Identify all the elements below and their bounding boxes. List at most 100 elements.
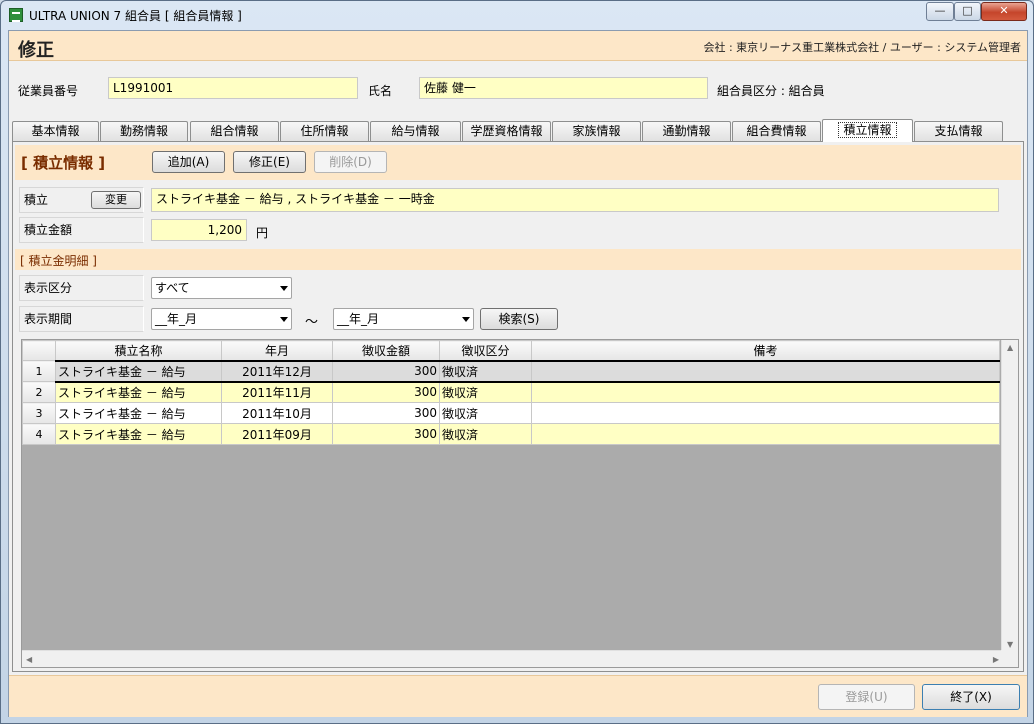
- minimize-button[interactable]: —: [926, 2, 954, 21]
- cell-note[interactable]: [531, 359, 1000, 383]
- tab-strip: 基本情報 勤務情報 組合情報 住所情報 給与情報 学歴資格情報 家族情報 通勤情…: [12, 119, 1027, 142]
- chevron-down-icon: [462, 317, 470, 322]
- scroll-up-icon[interactable]: ▲: [1007, 343, 1013, 352]
- cell-status[interactable]: 徴収済: [439, 381, 532, 403]
- tab-family[interactable]: 家族情報: [552, 121, 641, 141]
- tab-payment[interactable]: 支払情報: [914, 121, 1003, 141]
- employee-id-label: 従業員番号: [18, 84, 79, 98]
- column-header[interactable]: 徴収区分: [439, 340, 532, 361]
- cell-note[interactable]: [531, 402, 1000, 424]
- delete-button[interactable]: 削除(D): [314, 151, 387, 173]
- cell-amount[interactable]: 300: [332, 359, 440, 383]
- column-header[interactable]: 備考: [531, 340, 1000, 361]
- tab-label: 支払情報: [934, 124, 983, 138]
- tab-basic[interactable]: 基本情報: [12, 121, 99, 141]
- column-header: [22, 340, 56, 361]
- tab-label: 組合費情報: [746, 124, 807, 138]
- horizontal-scrollbar[interactable]: ◀ ▶: [22, 650, 1003, 667]
- tab-commute[interactable]: 通勤情報: [642, 121, 731, 141]
- cell-note[interactable]: [531, 423, 1000, 445]
- period-to-select[interactable]: __年_月: [333, 308, 474, 330]
- tab-savings[interactable]: 積立情報: [822, 119, 913, 142]
- table-row[interactable]: 3 ストライキ基金 － 給与 2011年10月 300 徴収済: [22, 402, 1000, 424]
- period-from-value: __年_月: [155, 312, 198, 326]
- tab-label: 勤務情報: [119, 124, 168, 138]
- display-category-value: すべて: [155, 281, 190, 295]
- tab-address[interactable]: 住所情報: [280, 121, 369, 141]
- detail-table: 積立名称 年月 徴収金額 徴収区分 備考 1 ストライキ基金 － 給与 2011…: [22, 340, 1000, 445]
- display-category-label-cell: 表示区分: [19, 275, 144, 301]
- tab-education[interactable]: 学歴資格情報: [462, 121, 551, 141]
- name-field[interactable]: 佐藤 健一: [419, 77, 708, 99]
- search-button[interactable]: 検索(S): [480, 308, 558, 330]
- close-button[interactable]: 終了(X): [922, 684, 1020, 710]
- row-number: 4: [22, 423, 56, 445]
- cell-status[interactable]: 徴収済: [439, 402, 532, 424]
- table-row[interactable]: 2 ストライキ基金 － 給与 2011年11月 300 徴収済: [22, 381, 1000, 403]
- tab-label: 通勤情報: [662, 124, 711, 138]
- tab-panel: [ 積立情報 ] 追加(A) 修正(E) 削除(D) 積立 変更 ストライキ基金…: [12, 141, 1024, 672]
- table-row[interactable]: 4 ストライキ基金 － 給与 2011年09月 300 徴収済: [22, 423, 1000, 445]
- member-category: 組合員区分 : 組合員: [717, 84, 825, 98]
- maximize-button[interactable]: □: [954, 2, 981, 21]
- table-row[interactable]: 1 ストライキ基金 － 給与 2011年12月 300 徴収済: [22, 359, 1000, 383]
- cell-amount[interactable]: 300: [332, 423, 440, 445]
- scroll-down-icon[interactable]: ▼: [1007, 640, 1013, 649]
- vertical-scrollbar[interactable]: ▲ ▼: [1001, 340, 1018, 652]
- tab-label: 給与情報: [391, 124, 440, 138]
- tab-work[interactable]: 勤務情報: [100, 121, 188, 141]
- column-header[interactable]: 徴収金額: [332, 340, 440, 361]
- amount-label: 積立金額: [24, 223, 73, 237]
- column-header[interactable]: 年月: [221, 340, 333, 361]
- display-category-select[interactable]: すべて: [151, 277, 292, 299]
- detail-section-title: [ 積立金明細 ]: [20, 254, 97, 268]
- cell-note[interactable]: [531, 381, 1000, 403]
- tab-label: 住所情報: [300, 124, 349, 138]
- row-number: 1: [22, 360, 56, 382]
- close-window-button[interactable]: ✕: [981, 2, 1027, 21]
- savings-detail-grid: 積立名称 年月 徴収金額 徴収区分 備考 1 ストライキ基金 － 給与 2011…: [21, 339, 1019, 668]
- cell-name[interactable]: ストライキ基金 － 給与: [55, 423, 222, 445]
- cell-month[interactable]: 2011年11月: [221, 381, 333, 403]
- scroll-left-icon[interactable]: ◀: [26, 655, 32, 664]
- table-header-row: 積立名称 年月 徴収金額 徴収区分 備考: [22, 340, 1000, 361]
- cell-month[interactable]: 2011年12月: [221, 359, 333, 383]
- cell-status[interactable]: 徴収済: [439, 423, 532, 445]
- name-label: 氏名: [368, 84, 393, 98]
- cell-status[interactable]: 徴収済: [439, 359, 532, 383]
- column-header[interactable]: 積立名称: [55, 340, 222, 361]
- mode-title: 修正: [18, 40, 54, 61]
- app-icon: [9, 8, 23, 22]
- change-button[interactable]: 変更: [91, 191, 141, 209]
- section-title: [ 積立情報 ]: [21, 154, 106, 172]
- chevron-down-icon: [280, 286, 288, 291]
- scroll-corner: [1001, 650, 1018, 667]
- cell-month[interactable]: 2011年10月: [221, 402, 333, 424]
- cell-name[interactable]: ストライキ基金 － 給与: [55, 359, 222, 383]
- tab-union-fee[interactable]: 組合費情報: [732, 121, 821, 141]
- period-to-value: __年_月: [337, 312, 380, 326]
- window-title: ULTRA UNION 7 組合員 [ 組合員情報 ]: [29, 9, 242, 23]
- edit-button[interactable]: 修正(E): [233, 151, 306, 173]
- savings-field[interactable]: ストライキ基金 － 給与 , ストライキ基金 － 一時金: [151, 188, 999, 212]
- amount-field[interactable]: 1,200: [151, 219, 247, 241]
- scroll-right-icon[interactable]: ▶: [993, 655, 999, 664]
- cell-amount[interactable]: 300: [332, 381, 440, 403]
- add-button[interactable]: 追加(A): [152, 151, 225, 173]
- cell-name[interactable]: ストライキ基金 － 給与: [55, 402, 222, 424]
- amount-unit: 円: [256, 226, 269, 240]
- tab-union[interactable]: 組合情報: [190, 121, 279, 141]
- row-number: 3: [22, 402, 56, 424]
- app-window: ULTRA UNION 7 組合員 [ 組合員情報 ] — □ ✕ 修正 会社 …: [0, 0, 1034, 724]
- period-label: 表示期間: [24, 312, 73, 326]
- tab-salary[interactable]: 給与情報: [370, 121, 461, 141]
- cell-amount[interactable]: 300: [332, 402, 440, 424]
- cell-name[interactable]: ストライキ基金 － 給与: [55, 381, 222, 403]
- tab-label: 学歴資格情報: [470, 124, 543, 138]
- register-button[interactable]: 登録(U): [818, 684, 915, 710]
- cell-month[interactable]: 2011年09月: [221, 423, 333, 445]
- employee-id-field[interactable]: L1991001: [108, 77, 358, 99]
- period-from-select[interactable]: __年_月: [151, 308, 292, 330]
- client-area: 修正 会社 : 東京リーナス重工業株式会社 / ユーザー : システム管理者 従…: [8, 30, 1028, 717]
- tab-label: 積立情報: [838, 122, 897, 138]
